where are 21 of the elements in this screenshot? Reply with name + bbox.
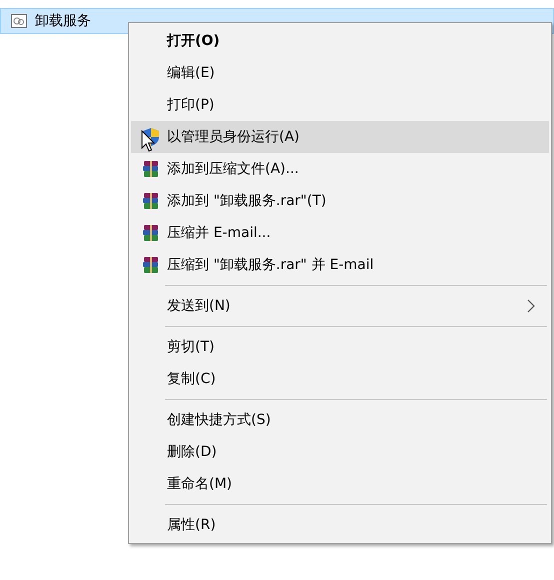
file-name: 卸载服务 [35, 12, 91, 30]
menu-item[interactable]: 创建快捷方式(S) [131, 404, 549, 436]
books-icon [141, 191, 161, 211]
cursor-icon [141, 130, 157, 154]
menu-item[interactable]: 压缩到 "卸载服务.rar" 并 E-mail [131, 249, 549, 281]
menu-item[interactable]: 以管理员身份运行(A) [131, 121, 549, 153]
menu-item[interactable]: 剪切(T) [131, 331, 549, 363]
menu-item[interactable]: 重命名(M) [131, 468, 549, 500]
menu-item[interactable]: 删除(D) [131, 436, 549, 468]
menu-item[interactable]: 复制(C) [131, 363, 549, 395]
books-icon [141, 223, 161, 243]
menu-item[interactable]: 压缩并 E-mail... [131, 217, 549, 249]
books-icon [141, 255, 161, 275]
menu-item[interactable]: 添加到 "卸载服务.rar"(T) [131, 185, 549, 217]
menu-item[interactable]: 打印(P) [131, 89, 549, 121]
menu-item[interactable]: 添加到压缩文件(A)... [131, 153, 549, 185]
menu-item[interactable]: 发送到(N) [131, 290, 549, 322]
menu-item[interactable]: 属性(R) [131, 509, 549, 541]
file-icon [11, 14, 27, 28]
books-icon [141, 159, 161, 179]
menu-item[interactable]: 编辑(E) [131, 57, 549, 89]
